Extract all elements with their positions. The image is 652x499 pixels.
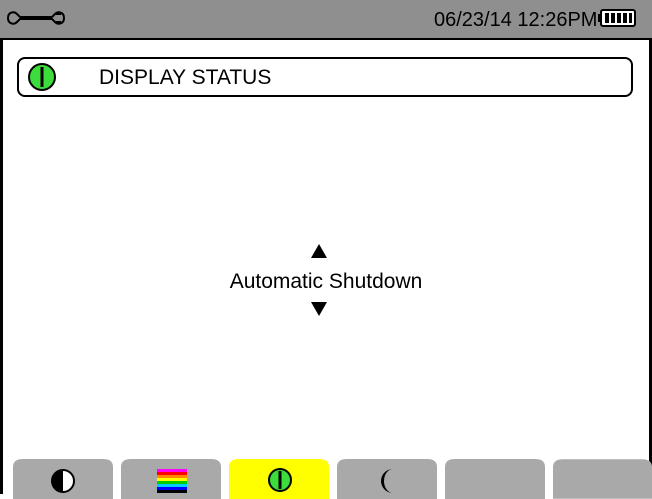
tab-contrast[interactable] — [13, 459, 113, 499]
moon-icon — [381, 469, 393, 493]
title-bar: DISPLAY STATUS — [17, 57, 633, 97]
contrast-icon — [51, 469, 75, 493]
color-bars-icon — [157, 469, 187, 493]
power-icon — [28, 63, 56, 91]
power-icon — [268, 468, 292, 492]
battery-full-icon — [598, 9, 636, 27]
status-bar: 06/23/14 12:26PM — [0, 0, 652, 40]
tab-colors[interactable] — [121, 459, 221, 499]
arrow-up-icon[interactable] — [311, 244, 327, 258]
tab-empty-6[interactable] — [553, 459, 652, 499]
tab-night-mode[interactable] — [337, 459, 437, 499]
page-title: DISPLAY STATUS — [99, 66, 272, 89]
tab-empty-5[interactable] — [445, 459, 545, 499]
wrench-icon[interactable] — [6, 8, 72, 28]
date-time-display: 06/23/14 12:26PM — [434, 9, 598, 31]
tab-display-status[interactable] — [229, 459, 329, 499]
arrow-down-icon[interactable] — [311, 302, 327, 316]
setting-value[interactable]: Automatic Shutdown — [0, 270, 652, 294]
